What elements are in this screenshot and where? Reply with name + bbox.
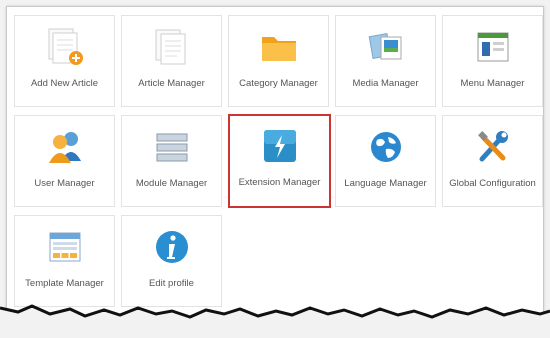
users-icon: [43, 125, 87, 169]
tile-label: Add New Article: [30, 78, 99, 89]
tile-label: Language Manager: [344, 178, 427, 189]
tile-global-configuration[interactable]: Global Configuration: [442, 115, 543, 207]
article-manager-icon: [150, 25, 194, 69]
torn-edge-decoration: [0, 304, 550, 338]
tile-label: Article Manager: [138, 78, 205, 89]
add-article-icon: [43, 25, 87, 69]
tile-category-manager[interactable]: Category Manager: [228, 15, 329, 107]
tile-label: Media Manager: [352, 78, 419, 89]
tile-media-manager[interactable]: Media Manager: [335, 15, 436, 107]
tile-article-manager[interactable]: Article Manager: [121, 15, 222, 107]
globe-icon: [364, 125, 408, 169]
tile-language-manager[interactable]: Language Manager: [335, 115, 436, 207]
tile-extension-manager[interactable]: Extension Manager: [228, 114, 331, 208]
tile-module-manager[interactable]: Module Manager: [121, 115, 222, 207]
tile-add-new-article[interactable]: Add New Article: [14, 15, 115, 107]
lightning-icon: [258, 124, 302, 168]
tile-user-manager[interactable]: User Manager: [14, 115, 115, 207]
info-icon: [150, 225, 194, 269]
tools-icon: [471, 125, 515, 169]
tile-label: User Manager: [34, 178, 95, 189]
module-icon: [150, 125, 194, 169]
menu-manager-icon: [471, 25, 515, 69]
tile-label: Global Configuration: [449, 178, 536, 189]
media-icon: [364, 25, 408, 69]
folder-icon: [257, 25, 301, 69]
tile-label: Menu Manager: [460, 78, 525, 89]
tile-label: Extension Manager: [238, 177, 321, 188]
tile-label: Category Manager: [239, 78, 318, 89]
tile-label: Module Manager: [135, 178, 208, 189]
tile-menu-manager[interactable]: Menu Manager: [442, 15, 543, 107]
template-icon: [43, 225, 87, 269]
